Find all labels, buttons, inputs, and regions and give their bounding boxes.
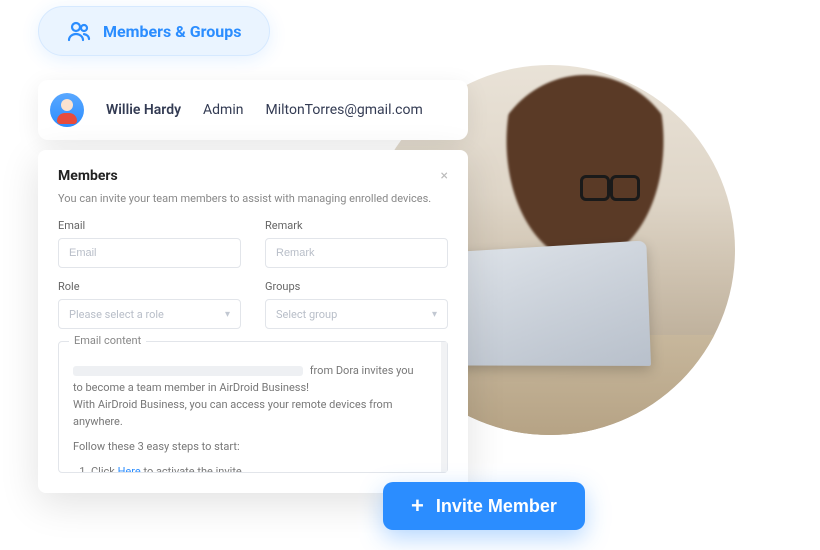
- hero-glasses: [580, 175, 640, 197]
- email-line2: to become a team member in AirDroid Busi…: [73, 381, 309, 394]
- groups-label: Groups: [265, 280, 448, 293]
- modal-subtitle: You can invite your team members to assi…: [58, 192, 448, 205]
- chevron-down-icon: ▾: [225, 309, 230, 320]
- user-email: MiltonTorres@gmail.com: [265, 102, 422, 118]
- email-content-body[interactable]: from Dora invites you to become a team m…: [59, 342, 447, 472]
- invite-member-button[interactable]: + Invite Member: [383, 482, 585, 530]
- role-select[interactable]: Please select a role ▾: [58, 299, 241, 329]
- tab-label: Members & Groups: [103, 22, 241, 41]
- email-steps: Click Here to activate the invite. Insta…: [73, 463, 427, 472]
- tab-members-groups[interactable]: Members & Groups: [38, 6, 270, 56]
- user-role: Admin: [203, 102, 243, 118]
- email-step-1: Click Here to activate the invite.: [91, 463, 427, 472]
- email-steps-intro: Follow these 3 easy steps to start:: [73, 438, 427, 455]
- chevron-down-icon: ▾: [432, 309, 437, 320]
- step1-suffix: to activate the invite.: [141, 465, 245, 472]
- email-label: Email: [58, 219, 241, 232]
- activate-link[interactable]: Here: [118, 465, 141, 472]
- modal-title: Members: [58, 168, 118, 184]
- redacted-text: [73, 366, 303, 376]
- user-row: Willie Hardy Admin MiltonTorres@gmail.co…: [38, 80, 468, 140]
- email-content-label: Email content: [69, 334, 146, 347]
- avatar: [50, 93, 84, 127]
- groups-placeholder: Select group: [276, 308, 337, 321]
- groups-select[interactable]: Select group ▾: [265, 299, 448, 329]
- role-label: Role: [58, 280, 241, 293]
- modal-header: Members ×: [58, 168, 448, 184]
- invite-button-label: Invite Member: [436, 496, 557, 517]
- step1-prefix: Click: [91, 465, 118, 472]
- remark-label: Remark: [265, 219, 448, 232]
- email-content-box: Email content from Dora invites you to b…: [58, 341, 448, 473]
- members-icon: [67, 19, 91, 43]
- plus-icon: +: [411, 495, 424, 517]
- invite-member-modal: Members × You can invite your team membe…: [38, 150, 468, 493]
- remark-field[interactable]: [265, 238, 448, 268]
- email-line3: With AirDroid Business, you can access y…: [73, 398, 392, 428]
- email-field[interactable]: [58, 238, 241, 268]
- role-placeholder: Please select a role: [69, 308, 164, 321]
- email-line1-suffix: from Dora invites you: [310, 364, 414, 377]
- close-icon[interactable]: ×: [441, 169, 448, 183]
- user-name: Willie Hardy: [106, 102, 181, 118]
